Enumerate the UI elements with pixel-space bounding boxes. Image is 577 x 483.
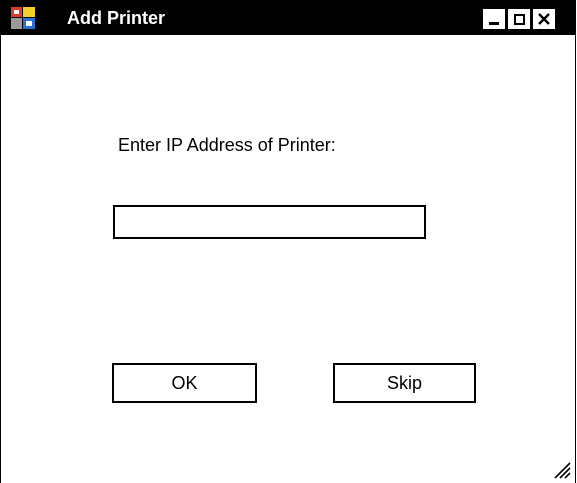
close-button[interactable] (533, 9, 555, 29)
ok-button[interactable]: OK (112, 363, 257, 403)
window-title: Add Printer (67, 8, 166, 28)
close-icon (538, 13, 550, 25)
minimize-button[interactable] (483, 9, 505, 29)
add-printer-dialog: Add Printer Enter IP Address of Printer:… (0, 0, 576, 483)
title-bar[interactable]: Add Printer (1, 1, 575, 35)
printer-app-icon (10, 6, 36, 30)
ip-address-prompt: Enter IP Address of Printer: (118, 135, 336, 155)
skip-button[interactable]: Skip (333, 363, 476, 403)
resize-grip-icon[interactable] (549, 457, 571, 479)
maximize-icon (513, 13, 525, 25)
maximize-button[interactable] (508, 9, 530, 29)
minimize-icon (489, 22, 499, 25)
ip-address-input[interactable] (113, 205, 426, 239)
